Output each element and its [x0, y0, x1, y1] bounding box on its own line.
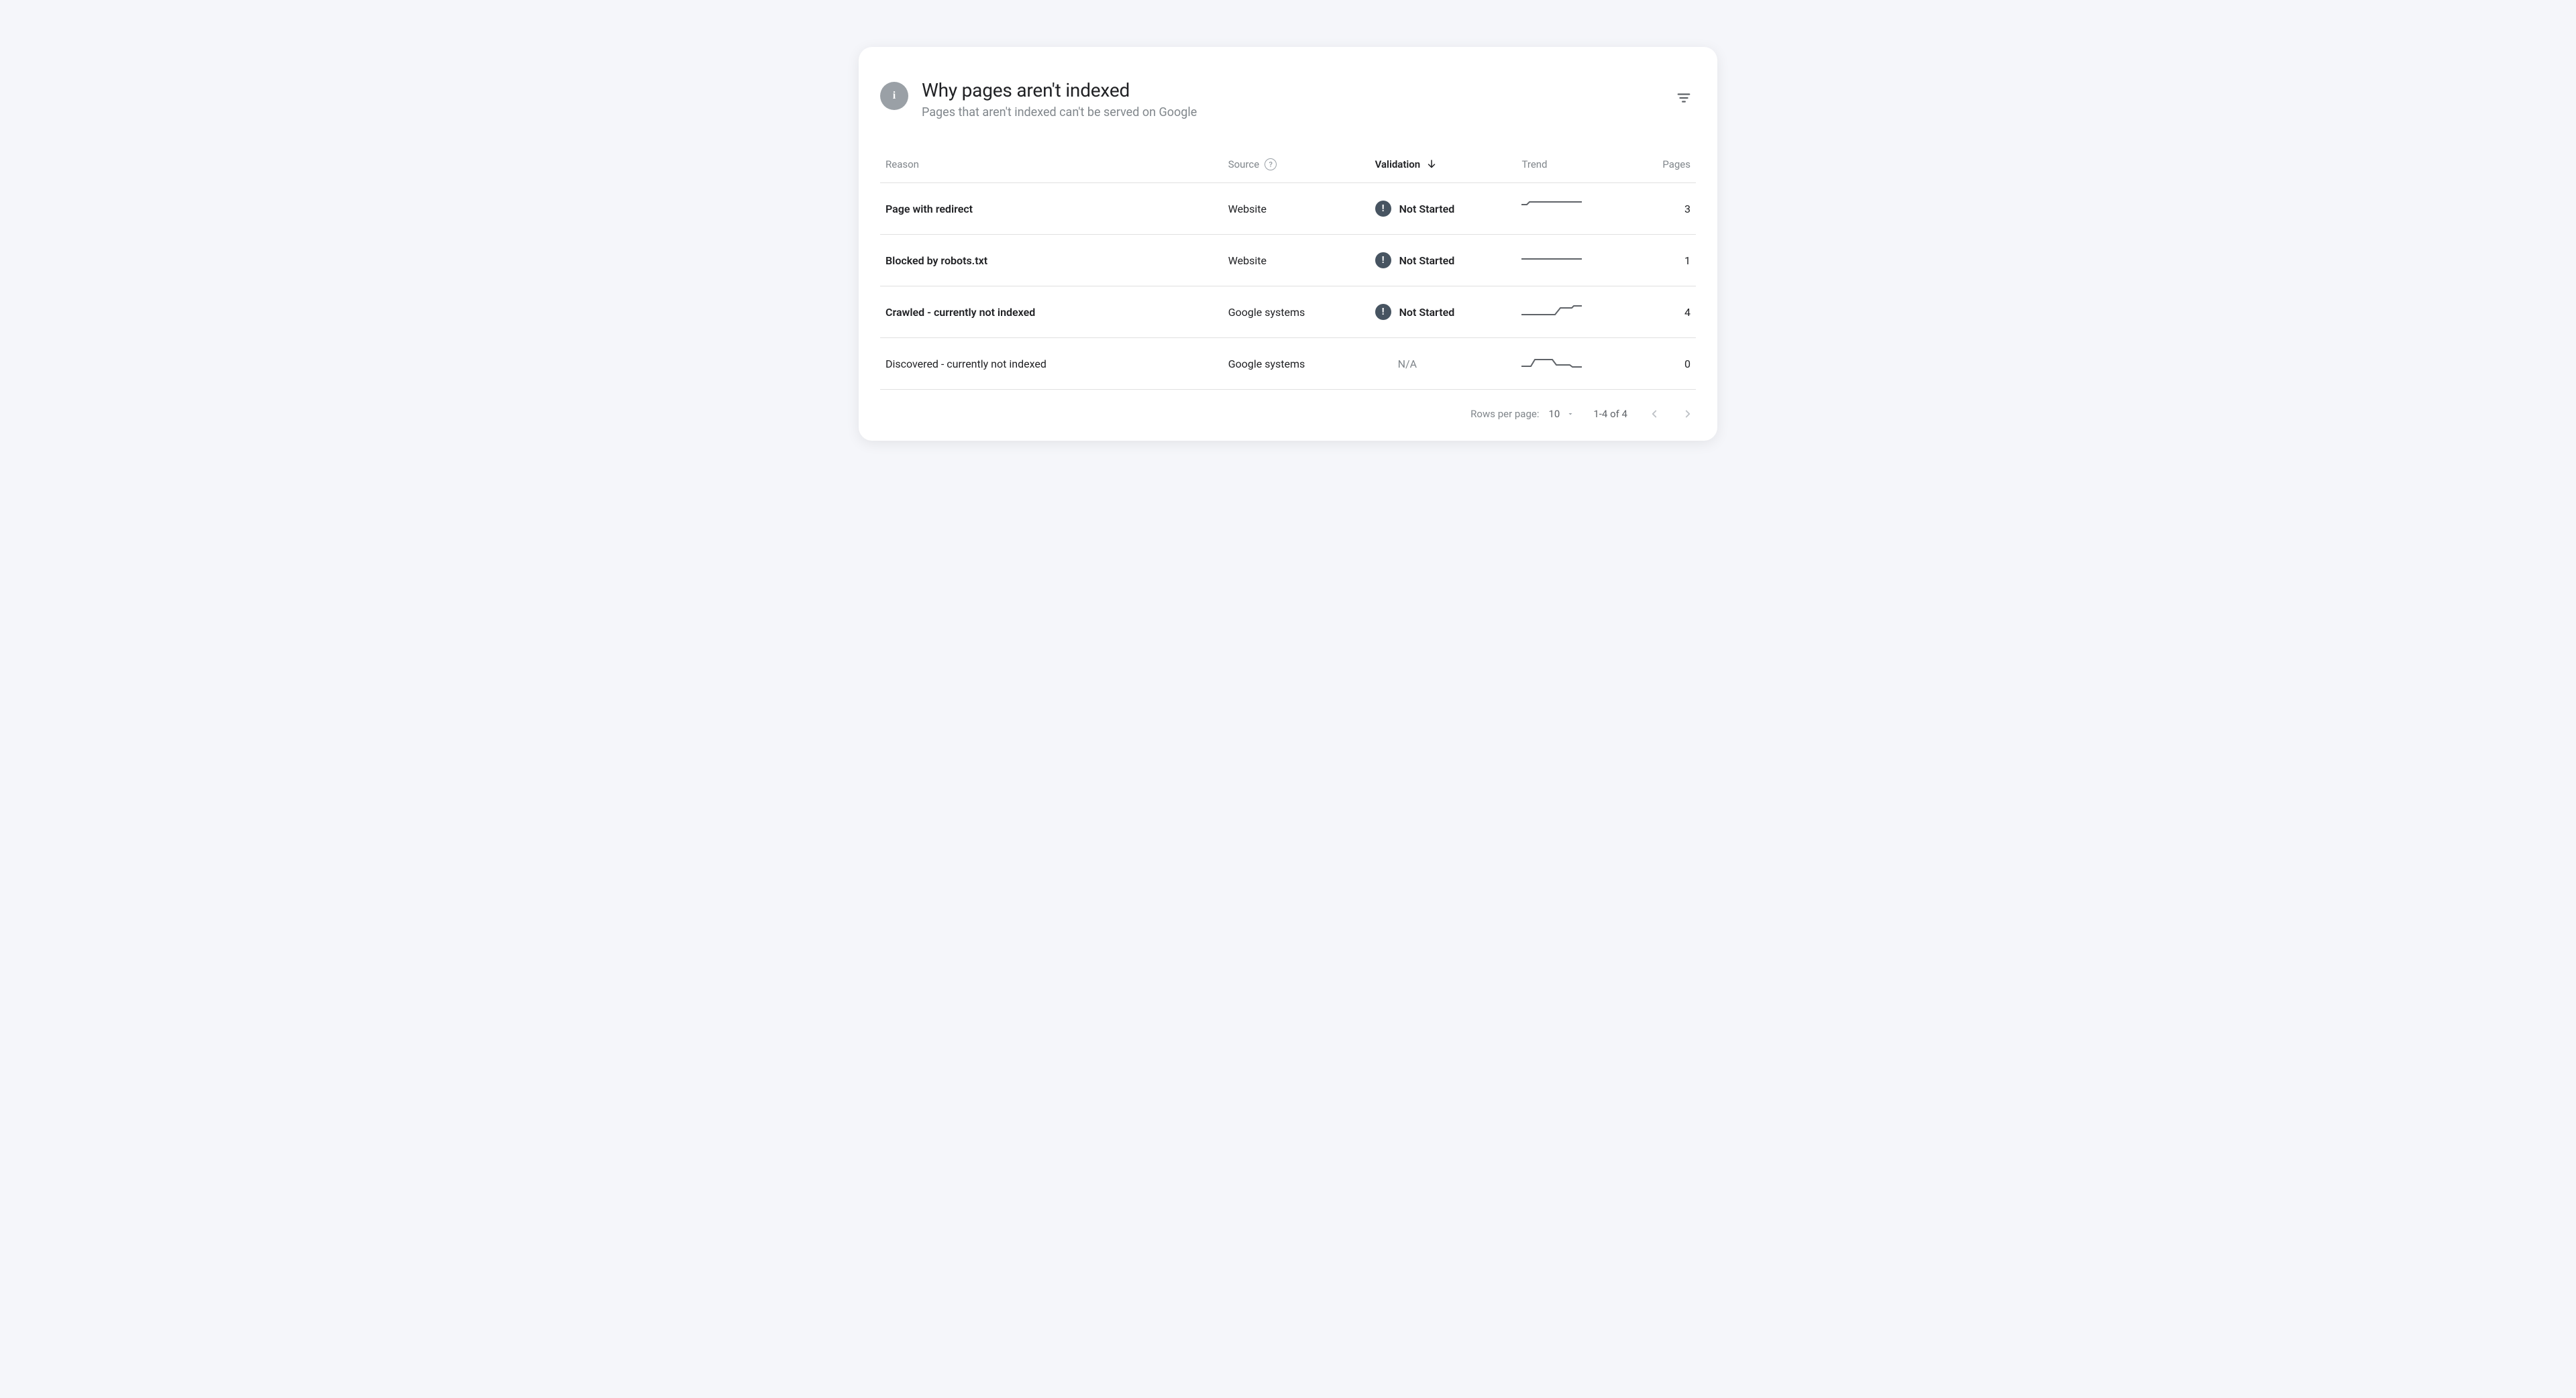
exclamation-icon: !: [1375, 201, 1391, 217]
column-header-trend[interactable]: Trend: [1516, 146, 1630, 183]
next-page-button[interactable]: [1680, 406, 1696, 422]
pages-cell: 4: [1631, 286, 1696, 338]
info-icon: i: [880, 82, 908, 110]
trend-cell: [1516, 235, 1630, 286]
help-icon[interactable]: ?: [1265, 158, 1277, 170]
reason-cell: Crawled - currently not indexed: [880, 286, 1223, 338]
trend-sparkline: [1521, 199, 1582, 215]
rows-per-page-label: Rows per page:: [1470, 408, 1539, 420]
validation-status: Not Started: [1399, 306, 1455, 319]
issues-table: Reason Source ? Validation: [880, 146, 1696, 390]
chevron-left-icon: [1648, 408, 1660, 420]
trend-cell: [1516, 338, 1630, 390]
reason-cell: Blocked by robots.txt: [880, 235, 1223, 286]
rows-per-page-select[interactable]: 10: [1548, 408, 1574, 420]
table-row[interactable]: Page with redirectWebsite! Not Started 3: [880, 183, 1696, 235]
arrow-down-icon: [1426, 158, 1438, 170]
validation-cell: ! Not Started: [1370, 286, 1517, 338]
dropdown-icon: [1566, 410, 1574, 418]
validation-cell: ! Not Started: [1370, 183, 1517, 235]
trend-cell: [1516, 286, 1630, 338]
column-header-source[interactable]: Source ?: [1223, 146, 1370, 183]
source-cell: Google systems: [1223, 286, 1370, 338]
exclamation-icon: !: [1375, 252, 1391, 268]
filter-button[interactable]: [1672, 86, 1696, 110]
card-subtitle: Pages that aren't indexed can't be serve…: [922, 105, 1658, 119]
index-issues-card: i Why pages aren't indexed Pages that ar…: [859, 47, 1717, 441]
filter-icon: [1676, 91, 1691, 105]
pagination-info: 1-4 of 4: [1593, 408, 1627, 420]
source-cell: Google systems: [1223, 338, 1370, 390]
validation-status: Not Started: [1399, 254, 1455, 267]
source-cell: Website: [1223, 235, 1370, 286]
source-cell: Website: [1223, 183, 1370, 235]
column-header-pages[interactable]: Pages: [1631, 146, 1696, 183]
card-title: Why pages aren't indexed: [922, 79, 1658, 101]
chevron-right-icon: [1682, 408, 1694, 420]
trend-cell: [1516, 183, 1630, 235]
reason-cell: Page with redirect: [880, 183, 1223, 235]
trend-sparkline: [1521, 303, 1582, 319]
table-row[interactable]: Blocked by robots.txtWebsite! Not Started…: [880, 235, 1696, 286]
rows-per-page: Rows per page: 10: [1470, 408, 1574, 420]
trend-sparkline: [1521, 354, 1582, 370]
reason-cell: Discovered - currently not indexed: [880, 338, 1223, 390]
validation-status: N/A: [1375, 358, 1417, 370]
table-footer: Rows per page: 10 1-4 of 4: [880, 390, 1696, 422]
table-row[interactable]: Discovered - currently not indexedGoogle…: [880, 338, 1696, 390]
validation-cell: N/A: [1370, 338, 1517, 390]
pages-cell: 0: [1631, 338, 1696, 390]
pager: [1646, 406, 1696, 422]
title-block: Why pages aren't indexed Pages that aren…: [922, 79, 1658, 119]
pages-cell: 3: [1631, 183, 1696, 235]
table-row[interactable]: Crawled - currently not indexedGoogle sy…: [880, 286, 1696, 338]
validation-cell: ! Not Started: [1370, 235, 1517, 286]
prev-page-button[interactable]: [1646, 406, 1662, 422]
column-header-reason[interactable]: Reason: [880, 146, 1223, 183]
column-header-validation[interactable]: Validation: [1370, 146, 1517, 183]
trend-sparkline: [1521, 251, 1582, 267]
card-header: i Why pages aren't indexed Pages that ar…: [880, 79, 1696, 119]
validation-status: Not Started: [1399, 203, 1455, 215]
pages-cell: 1: [1631, 235, 1696, 286]
exclamation-icon: !: [1375, 304, 1391, 320]
